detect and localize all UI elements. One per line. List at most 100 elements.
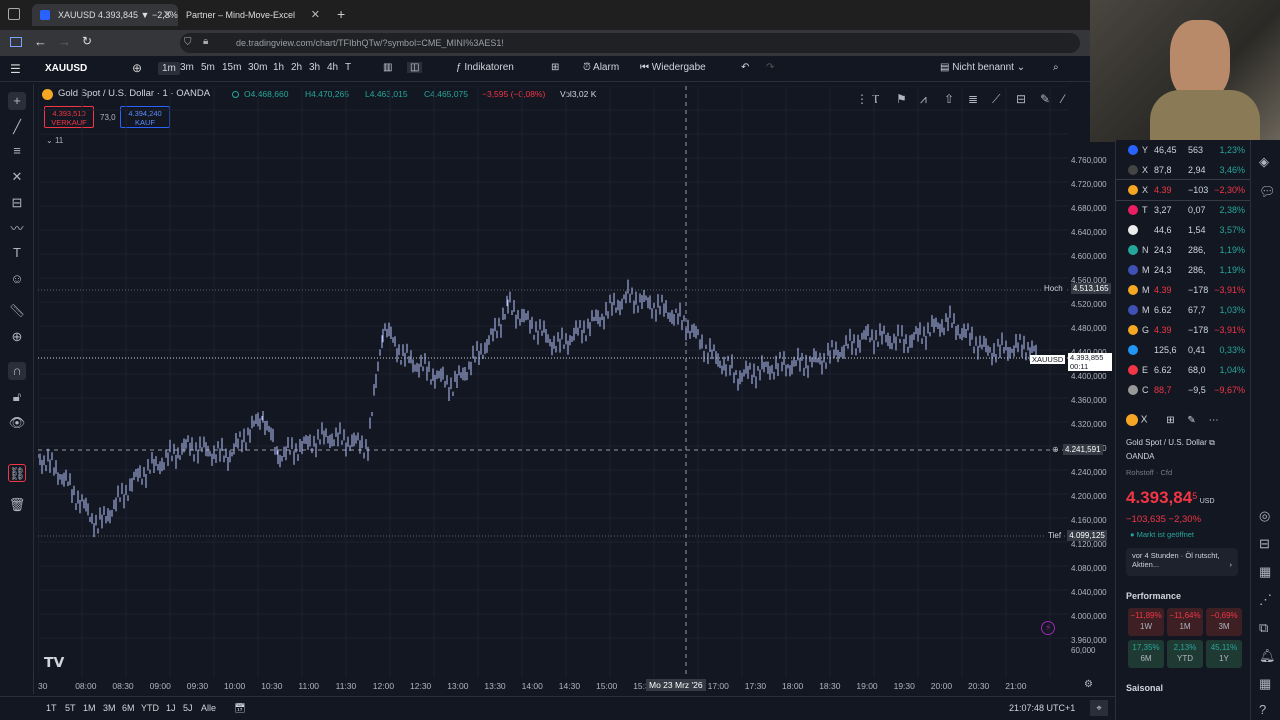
chart-type-candles-icon[interactable]: ◫ (407, 62, 423, 73)
chart-type-bars-icon[interactable]: ▥ (383, 62, 392, 73)
reload-icon[interactable]: ↻ (82, 34, 92, 48)
range-1j[interactable]: 1J (166, 703, 176, 713)
undo-icon[interactable]: ↶ (741, 62, 749, 73)
interval-3m[interactable]: 3m (180, 62, 194, 73)
grid-icon[interactable]: ▦ (1259, 676, 1271, 692)
price-axis[interactable]: 4.760,000 4.720,000 4.680,000 4.640,000 4.60… (1068, 86, 1114, 678)
watchlist-row[interactable]: 44,6 1,54 3,57% (1116, 220, 1251, 240)
interval-15m[interactable]: 15m (222, 62, 241, 73)
layouts-icon[interactable]: ⊞ (551, 62, 559, 73)
external-link-icon[interactable]: ⧉ (1209, 438, 1215, 447)
window-menu-icon[interactable] (8, 8, 20, 20)
calendar-icon[interactable]: ▦ (1259, 564, 1271, 580)
lock-drawings-icon[interactable]: 🔓︎ (8, 388, 26, 406)
menu-icon[interactable]: ☰ (10, 62, 21, 76)
browser-tab-xauusd[interactable]: XAUUSD 4.393,845 ▼ −2,3% N✕ (32, 4, 178, 42)
details-edit-icon[interactable]: ✎ (1187, 415, 1195, 426)
range-1m[interactable]: 1M (83, 703, 96, 713)
range-6m[interactable]: 6M (122, 703, 135, 713)
range-5t[interactable]: 5T (65, 703, 76, 713)
symbol-search[interactable]: XAUUSD (38, 60, 126, 78)
interval-1m[interactable]: 1m (158, 62, 180, 75)
search-icon[interactable]: ⌕ (1053, 62, 1059, 73)
details-gold-icon (1126, 414, 1138, 426)
layout-name-button[interactable]: ▤ Nicht benannt ⌄ (940, 62, 1025, 73)
watchlist-row[interactable]: M 4.39 −178 −3,91% (1116, 280, 1251, 300)
watchlist-row[interactable]: M 6.62 67,7 1,03% (1116, 300, 1251, 320)
watchlist-row[interactable]: C 88,7 −9,5 −9,67% (1116, 380, 1251, 400)
time-axis[interactable]: 30 08:00 08:30 09:00 09:30 10:00 10:30 11:00 11:… (38, 678, 1114, 694)
watchlist-row[interactable]: E 6.62 68,0 1,04% (1116, 360, 1251, 380)
trash-icon[interactable]: 🗑︎ (8, 496, 26, 514)
interval-1h[interactable]: 1h (273, 62, 284, 73)
layers-icon[interactable]: ◈ (1259, 154, 1269, 170)
new-tab-icon[interactable]: + (337, 6, 345, 22)
sidebar-toggle-icon[interactable] (10, 37, 22, 47)
lightning-icon[interactable]: ⚡︎ (1041, 621, 1055, 635)
url-field[interactable]: de.tradingview.com/chart/TFIbhQTw/?symbo… (180, 33, 1080, 53)
forward-icon[interactable]: → (58, 34, 71, 49)
watchlist-row[interactable]: N 24,3 286, 1,19% (1116, 240, 1251, 260)
watchlist-row[interactable]: G 4.39 −178 −3,91% (1116, 320, 1251, 340)
replay-button[interactable]: ⏮︎ Wiedergabe (640, 62, 706, 73)
brush-icon[interactable]: 〰 (8, 220, 26, 238)
clock-label[interactable]: 21:07:48 UTC+1 (1009, 703, 1075, 713)
close-tab-icon[interactable]: ✕ (163, 4, 172, 26)
range-3m[interactable]: 3M (103, 703, 116, 713)
alarm-button[interactable]: ⏰︎ Alarm (583, 62, 619, 73)
watchlist-row[interactable]: X 4.39 −103 −2,30% (1115, 179, 1252, 201)
details-more-icon[interactable]: ⋯ (1209, 415, 1219, 426)
shield-icon[interactable]: ⛉ (184, 37, 192, 48)
layout-icon[interactable]: ⊟ (1259, 536, 1270, 552)
interval-t[interactable]: T (345, 62, 351, 73)
browser-tab-partner[interactable]: Partner – Mind-Move-Excel ✕ (180, 4, 326, 26)
watchlist-row[interactable]: Y 46,45 563 1,23% (1116, 140, 1251, 160)
indicators-button[interactable]: ƒ Indikatoren (456, 62, 514, 73)
notifications-icon[interactable]: 🔔︎ (1259, 648, 1276, 664)
pattern-icon[interactable]: ✕ (8, 168, 26, 186)
magnet-icon[interactable]: ∩ (8, 362, 26, 380)
date-range-icon[interactable]: 📅︎ (234, 703, 245, 714)
help-icon[interactable]: ? (1259, 702, 1266, 717)
trendline-icon[interactable]: ╱ (8, 118, 26, 136)
watchlist-row[interactable]: M 24,3 286, 1,19% (1116, 260, 1251, 280)
interval-4h[interactable]: 4h (327, 62, 338, 73)
range-5j[interactable]: 5J (183, 703, 193, 713)
ruler-icon[interactable]: 📏︎ (8, 302, 26, 320)
lock-icon[interactable]: 🔒︎ (203, 36, 208, 47)
emoji-icon[interactable]: ☺ (8, 270, 26, 288)
watchlist-row[interactable]: X 87,8 2,94 3,46% (1116, 160, 1251, 180)
details-grid-icon[interactable]: ⊞ (1166, 415, 1174, 426)
compare-icon[interactable]: ⊕ (132, 61, 142, 75)
zoom-icon[interactable]: ⊕ (8, 328, 26, 346)
hotlist-icon[interactable]: ⧉ (1259, 620, 1268, 636)
watchlist-row[interactable]: 125,6 0,41 0,33% (1116, 340, 1251, 360)
close-tab-icon[interactable]: ✕ (311, 4, 320, 26)
range-1t[interactable]: 1T (46, 703, 57, 713)
rss-icon[interactable]: ⋰ (1259, 592, 1272, 608)
redo-icon[interactable]: ↷ (766, 62, 774, 73)
back-icon[interactable]: ← (34, 34, 47, 49)
interval-2h[interactable]: 2h (291, 62, 302, 73)
time-axis-settings-icon[interactable]: ⚙︎ (1084, 679, 1093, 690)
prediction-icon[interactable]: ⊟ (8, 194, 26, 212)
range-ytd[interactable]: YTD (141, 703, 159, 713)
add-alert-icon[interactable]: ⊕ (1052, 445, 1059, 454)
chat-icon[interactable]: 💬︎ (1259, 184, 1276, 200)
range-alle[interactable]: Alle (201, 703, 216, 713)
maximize-icon[interactable]: ⌖ (1090, 700, 1108, 716)
interval-3h[interactable]: 3h (309, 62, 320, 73)
crosshair-icon[interactable]: + (8, 92, 26, 110)
target-icon[interactable]: ◎ (1259, 508, 1270, 524)
indicators-label: Indikatoren (464, 62, 514, 73)
price-chart[interactable] (38, 86, 1068, 678)
link-icon[interactable]: ⛓︎ (8, 464, 26, 482)
fib-icon[interactable]: ≡ (8, 142, 26, 160)
news-card[interactable]: vor 4 Stunden · Öl rutscht, Aktien... › (1126, 548, 1238, 576)
watchlist-row[interactable]: T 3,27 0,07 2,38% (1116, 200, 1251, 220)
hide-drawings-icon[interactable]: 👁︎ (8, 414, 26, 432)
interval-5m[interactable]: 5m (201, 62, 215, 73)
interval-30m[interactable]: 30m (248, 62, 267, 73)
time-tick: 18:30 (819, 681, 841, 691)
text-icon[interactable]: T (8, 244, 26, 262)
